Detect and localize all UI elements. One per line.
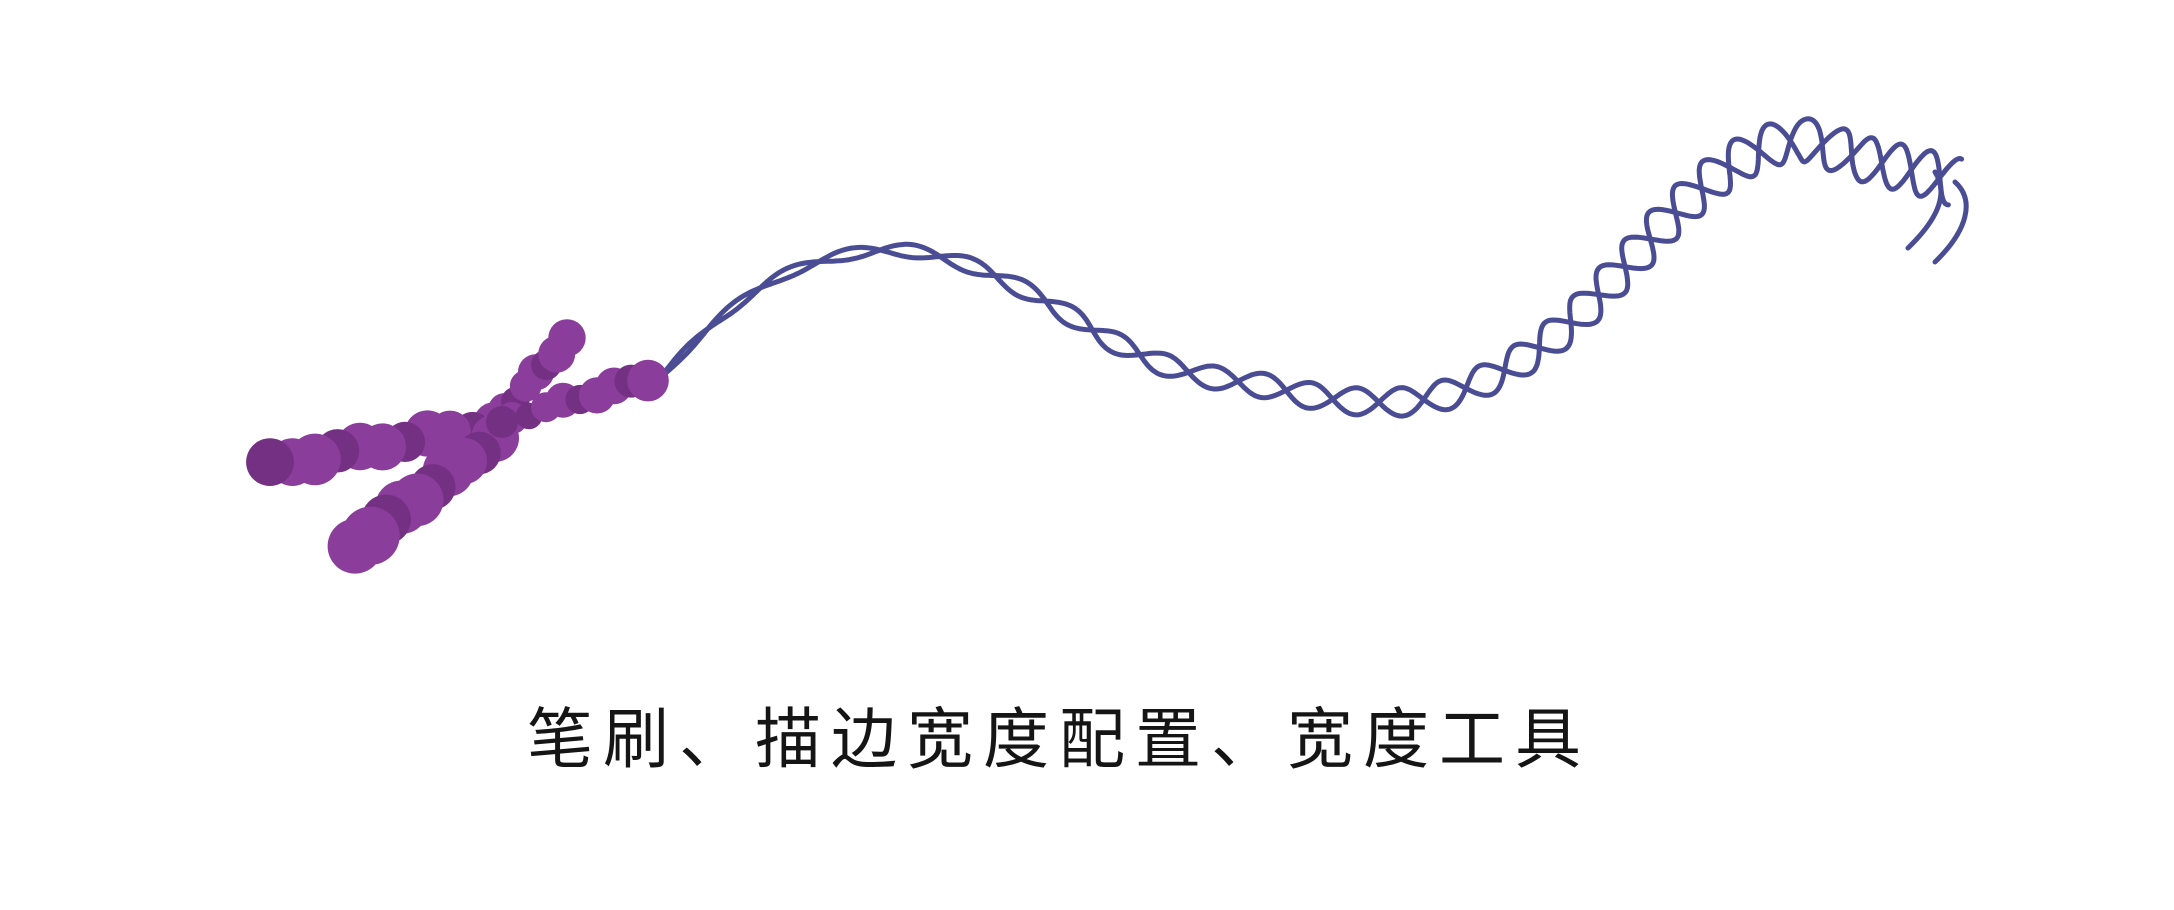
chromosome-bead bbox=[327, 518, 383, 574]
dna-strand-b bbox=[657, 121, 1965, 418]
dna-helix bbox=[657, 116, 1969, 419]
dna-strand-a bbox=[657, 116, 1951, 419]
chromosome-bead bbox=[246, 438, 294, 486]
chromosome-centromere bbox=[486, 406, 518, 438]
chromosome bbox=[246, 319, 669, 574]
caption-text: 笔刷、描边宽度配置、宽度工具 bbox=[527, 701, 1591, 778]
chromosome-bead bbox=[548, 319, 586, 357]
chromosome-bead bbox=[627, 359, 669, 402]
